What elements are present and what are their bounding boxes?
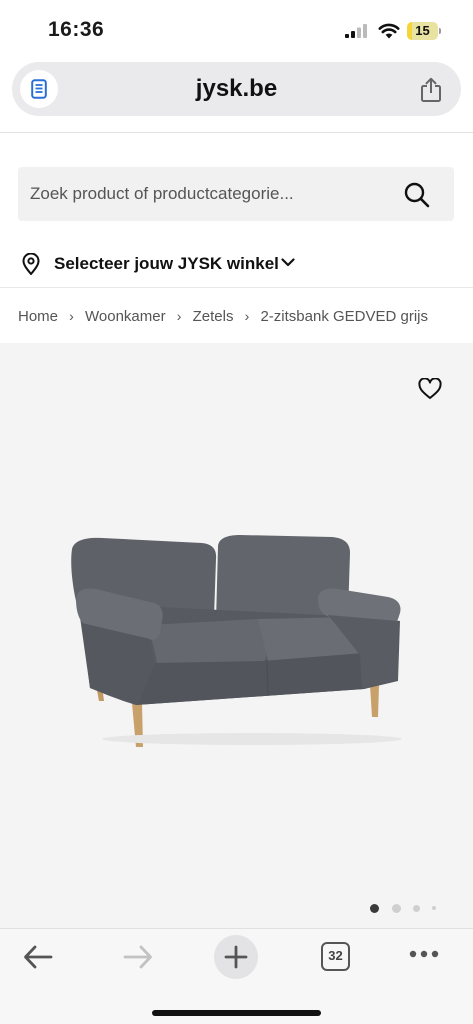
battery-level: 15 [415, 23, 430, 38]
pagination-dot-active[interactable] [370, 904, 379, 913]
breadcrumb-item-zetels[interactable]: Zetels [193, 308, 234, 325]
search-icon[interactable] [404, 182, 430, 208]
pin-icon [22, 253, 40, 275]
search-box[interactable] [18, 167, 454, 221]
status-time: 16:36 [48, 18, 105, 41]
search-input[interactable] [30, 167, 400, 221]
breadcrumb-item-home[interactable]: Home [18, 308, 58, 325]
more-icon[interactable] [408, 949, 440, 959]
share-icon[interactable] [420, 77, 442, 103]
signal-icon [345, 24, 367, 38]
heart-icon[interactable] [418, 378, 442, 400]
status-bar: 16:36 15 [0, 0, 473, 60]
store-divider [0, 287, 473, 288]
chevron-right-icon: › [244, 308, 250, 324]
pagination-dot[interactable] [413, 905, 420, 912]
store-selector-label: Selecteer jouw JYSK winkel [54, 254, 279, 273]
home-indicator [152, 1010, 321, 1016]
tab-count: 32 [328, 948, 343, 963]
address-bar[interactable]: jysk.be [12, 62, 461, 116]
store-selector[interactable]: Selecteer jouw JYSK winkel [18, 250, 318, 278]
forward-arrow-icon[interactable] [122, 943, 154, 971]
breadcrumb: Home › Woonkamer › Zetels › 2-zitsbank G… [18, 306, 428, 326]
back-arrow-icon[interactable] [22, 943, 54, 971]
pagination-dot[interactable] [432, 906, 436, 910]
plus-icon [224, 945, 248, 969]
chevron-right-icon: › [69, 308, 74, 324]
page: 16:36 15 jysk.be Zoek product of product… [0, 0, 473, 1024]
breadcrumb-item-woonkamer[interactable]: Woonkamer [85, 308, 166, 325]
new-tab-button[interactable] [214, 935, 258, 979]
product-image [71, 535, 402, 747]
url-text[interactable]: jysk.be [12, 75, 461, 103]
chevron-right-icon: › [176, 308, 182, 324]
product-image-gallery[interactable] [0, 343, 473, 928]
chevron-down-icon [281, 258, 295, 267]
tabs-button[interactable]: 32 [321, 942, 350, 971]
browser-toolbar: 32 [0, 928, 473, 1024]
header-divider [0, 132, 473, 133]
breadcrumb-item-current: 2-zitsbank GEDVED grijs [260, 307, 429, 325]
battery-icon: 15 [407, 22, 441, 40]
pagination-dot[interactable] [392, 904, 401, 913]
wifi-icon [378, 23, 400, 39]
